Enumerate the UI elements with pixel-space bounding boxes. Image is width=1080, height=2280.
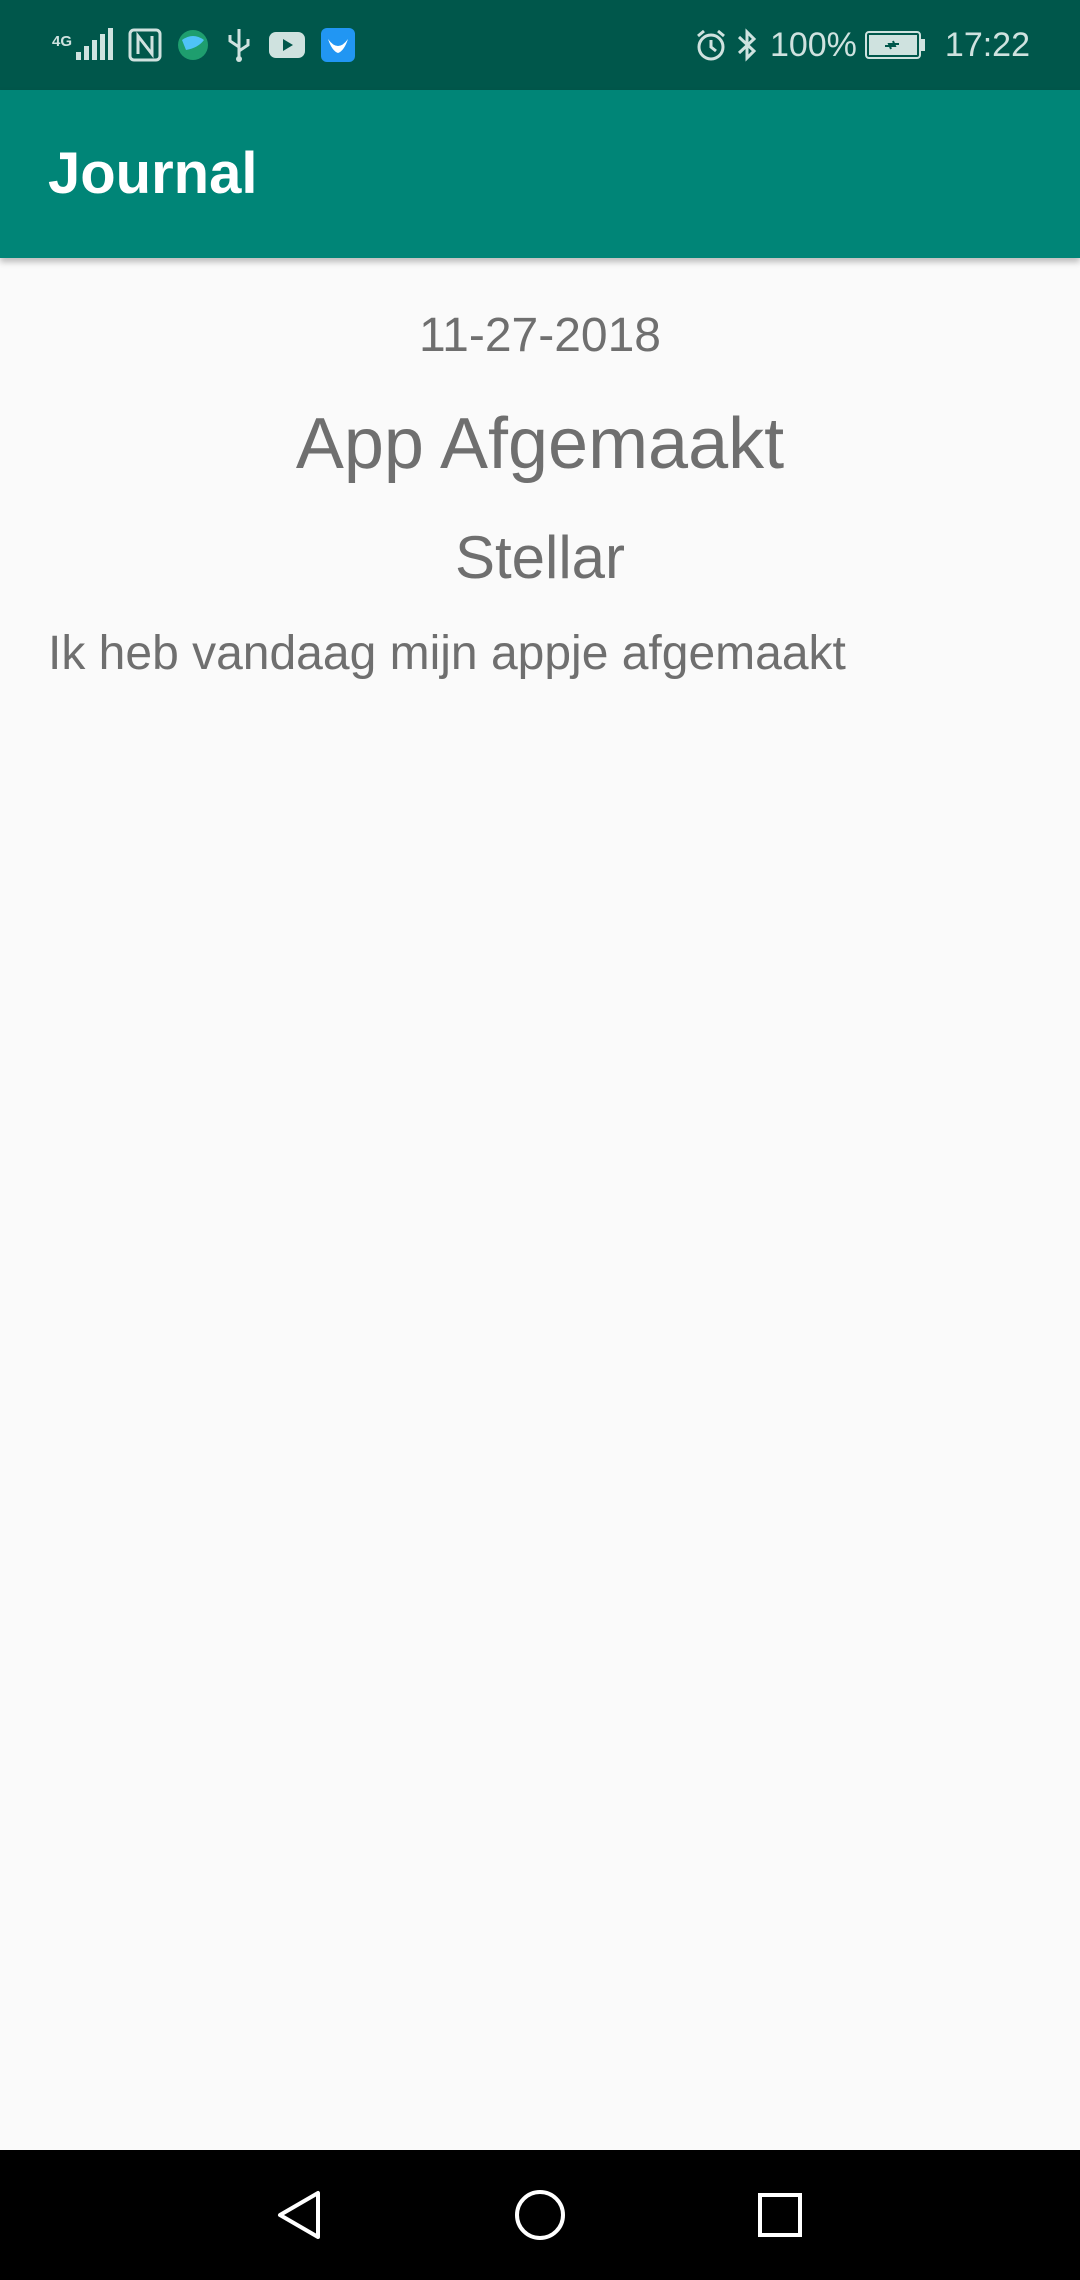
entry-date: 11-27-2018 (419, 309, 661, 362)
signal-icon: 4G (52, 28, 114, 62)
status-bar: 4G 100% 17:22 (0, 0, 1080, 90)
back-icon (278, 2191, 320, 2239)
nfc-icon (128, 28, 162, 62)
recents-icon (758, 2193, 802, 2237)
status-bar-right: 100% 17:22 (694, 20, 1030, 70)
app-notification-icon (320, 27, 356, 63)
status-time: 17:22 (944, 25, 1030, 64)
bluetooth-icon (736, 27, 758, 63)
back-button[interactable] (260, 2175, 340, 2255)
recents-button[interactable] (740, 2175, 820, 2255)
battery-icon (864, 30, 927, 60)
status-bar-left: 4G (52, 20, 356, 70)
entry-body: Ik heb vandaag mijn appje afgemaakt (48, 627, 846, 680)
network-type-label: 4G (52, 33, 73, 50)
app-bar: Journal (0, 90, 1080, 258)
alarm-icon (694, 28, 728, 62)
home-button[interactable] (500, 2175, 580, 2255)
home-icon (515, 2190, 565, 2240)
navigation-bar (0, 2150, 1080, 2280)
youtube-icon (268, 31, 306, 59)
battery-percent: 100% (769, 25, 857, 64)
app-title: Journal (48, 141, 258, 206)
usb-icon (224, 27, 254, 63)
browser-icon (176, 28, 210, 62)
entry-title: App Afgemaakt (295, 404, 785, 484)
entry-mood: Stellar (454, 524, 626, 591)
